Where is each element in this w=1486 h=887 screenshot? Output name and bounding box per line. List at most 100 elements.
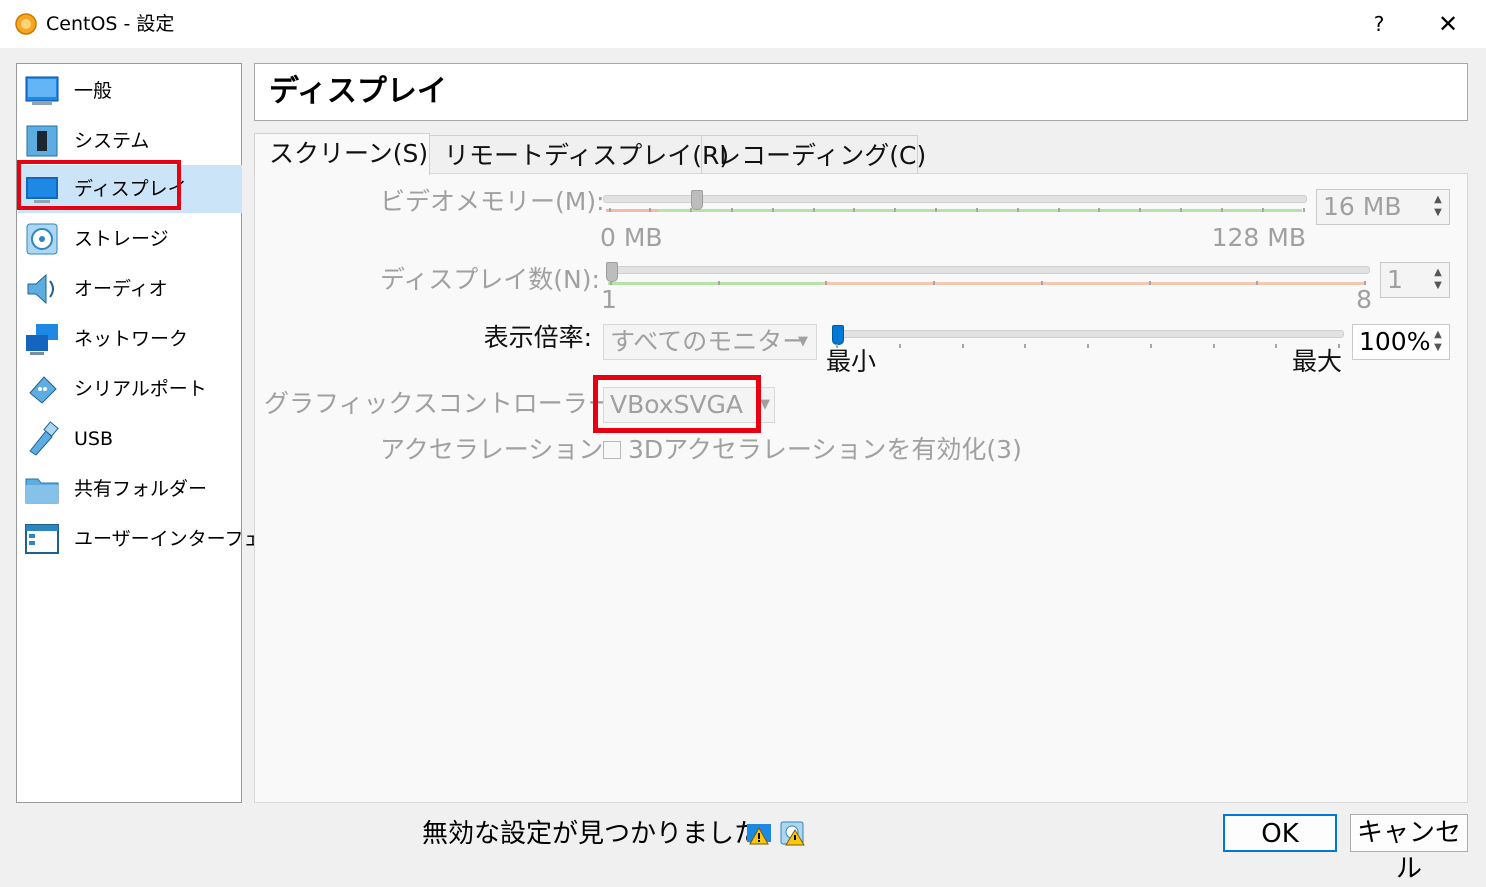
slider-tick	[1275, 344, 1278, 348]
slider-tick	[1261, 208, 1264, 212]
video-memory-max-label: 128 MB	[1211, 223, 1306, 252]
slider-tick	[1040, 281, 1043, 285]
virtualbox-app-icon	[15, 13, 37, 35]
ok-button[interactable]: OK	[1223, 814, 1337, 852]
sidebar-item-label: 共有フォルダー	[74, 478, 208, 500]
scale-slider-handle[interactable]	[832, 325, 844, 345]
slider-tick	[1024, 344, 1027, 348]
tab-remote-display[interactable]: リモートディスプレイ(R)	[430, 135, 729, 173]
page-header: ディスプレイ	[254, 63, 1468, 121]
slider-tick	[771, 208, 774, 212]
title-bar	[0, 0, 1486, 48]
display-count-high-zone	[824, 282, 1366, 285]
scale-monitor-combo[interactable]: すべてのモニター ▼	[603, 324, 817, 360]
scale-max-label: 最大	[1291, 347, 1342, 376]
spin-arrows-icon[interactable]: ▲ ▼	[1429, 266, 1447, 294]
slider-tick	[1149, 344, 1152, 348]
invalid-settings-warning: 無効な設定が見つかりました	[422, 819, 761, 849]
sidebar-item-storage[interactable]: ストレージ	[18, 215, 242, 263]
sidebar-item-label: システム	[74, 130, 150, 152]
chevron-down-icon: ▼	[760, 397, 770, 412]
slider-tick	[935, 208, 938, 212]
sidebar-item-label: USB	[74, 428, 114, 450]
slider-tick	[1148, 281, 1151, 285]
monitor-general-icon	[25, 76, 59, 105]
spin-arrows-icon[interactable]: ▲ ▼	[1429, 193, 1447, 221]
sidebar-item-usb[interactable]: USB	[18, 415, 242, 463]
slider-tick	[1180, 208, 1183, 212]
graphics-controller-highlight-box	[593, 375, 761, 433]
video-memory-slider-handle[interactable]	[691, 190, 703, 210]
sidebar-item-user-interface[interactable]: ユーザーインターフェース	[18, 515, 300, 563]
video-memory-slider-track[interactable]	[603, 195, 1307, 203]
page-title: ディスプレイ	[269, 74, 447, 109]
slider-tick	[1212, 344, 1215, 348]
scale-min-label: 最小	[826, 347, 877, 376]
sidebar-item-shared-folder[interactable]: 共有フォルダー	[18, 465, 242, 513]
sidebar-item-network[interactable]: ネットワーク	[18, 315, 242, 363]
scale-slider-track[interactable]	[832, 330, 1344, 338]
slider-tick	[1364, 281, 1366, 285]
video-memory-spinbox[interactable]: 16 MB ▲ ▼	[1316, 189, 1450, 225]
display-count-value: 1	[1387, 265, 1403, 294]
slider-tick	[649, 208, 652, 212]
acceleration-label: アクセラレーション:	[380, 435, 612, 464]
slider-tick	[608, 208, 611, 212]
sidebar-item-label: オーディオ	[74, 278, 168, 300]
slider-tick	[1302, 208, 1305, 212]
slider-tick	[1220, 208, 1223, 212]
slider-tick	[1087, 344, 1089, 348]
tab-recording[interactable]: レコーディング(C)	[702, 135, 926, 173]
display-count-slider-track[interactable]	[606, 266, 1370, 274]
graphics-controller-label: グラフィックスコントローラー(G):	[264, 389, 661, 418]
scale-factor-label: 表示倍率:	[483, 323, 592, 352]
enable-3d-acceleration-checkbox[interactable]	[603, 441, 621, 459]
tab-screen[interactable]: スクリーン(S)	[254, 133, 430, 175]
video-memory-min-label: 0 MB	[600, 223, 663, 252]
system-chip-icon	[26, 125, 58, 157]
usb-icon	[29, 421, 59, 456]
scale-value: 100%	[1359, 327, 1431, 356]
sidebar-item-audio[interactable]: オーディオ	[18, 265, 242, 313]
window-title: CentOS - 設定	[46, 13, 175, 35]
sidebar-item-serial-port[interactable]: シリアルポート	[18, 365, 242, 413]
slider-tick	[853, 208, 856, 212]
warning-storage-icon[interactable]	[780, 820, 806, 846]
slider-tick	[1256, 281, 1259, 285]
warning-display-icon[interactable]	[746, 820, 772, 846]
selection-highlight-box	[17, 160, 181, 210]
video-memory-ok-zone	[658, 209, 1302, 212]
slider-tick	[961, 344, 964, 348]
display-count-slider-handle[interactable]	[606, 262, 618, 282]
scale-spinbox[interactable]: 100% ▲ ▼	[1352, 324, 1450, 360]
video-memory-label: ビデオメモリー(M):	[380, 187, 605, 216]
slider-tick	[825, 281, 828, 285]
user-interface-icon	[25, 524, 59, 554]
slider-tick	[1338, 344, 1340, 348]
enable-3d-acceleration-label[interactable]: 3Dアクセラレーションを有効化(3)	[628, 434, 1022, 466]
slider-tick	[1057, 208, 1060, 212]
slider-tick	[1139, 208, 1142, 212]
slider-tick	[690, 208, 693, 212]
display-count-max-label: 8	[1356, 285, 1372, 314]
slider-tick	[836, 344, 838, 348]
close-button[interactable]: ✕	[1430, 8, 1466, 40]
slider-tick	[812, 208, 815, 212]
sidebar-item-label: 一般	[74, 80, 113, 102]
scale-monitor-value: すべてのモニター	[610, 327, 808, 356]
spin-arrows-icon[interactable]: ▲ ▼	[1429, 328, 1447, 356]
sidebar-item-label: ストレージ	[74, 228, 169, 250]
display-count-spinbox[interactable]: 1 ▲ ▼	[1380, 262, 1450, 298]
serial-port-icon	[29, 376, 57, 404]
slider-tick	[717, 281, 720, 285]
chevron-down-icon: ▼	[798, 334, 808, 349]
sidebar-item-system[interactable]: システム	[18, 117, 242, 165]
shared-folder-icon	[25, 478, 59, 504]
slider-tick	[975, 208, 978, 212]
help-button[interactable]: ?	[1362, 8, 1396, 40]
sidebar-item-general[interactable]: 一般	[18, 67, 242, 115]
slider-tick	[894, 208, 897, 212]
slider-tick	[1098, 208, 1101, 212]
sidebar-item-label: シリアルポート	[74, 378, 207, 400]
cancel-button[interactable]: キャンセル	[1350, 814, 1468, 884]
